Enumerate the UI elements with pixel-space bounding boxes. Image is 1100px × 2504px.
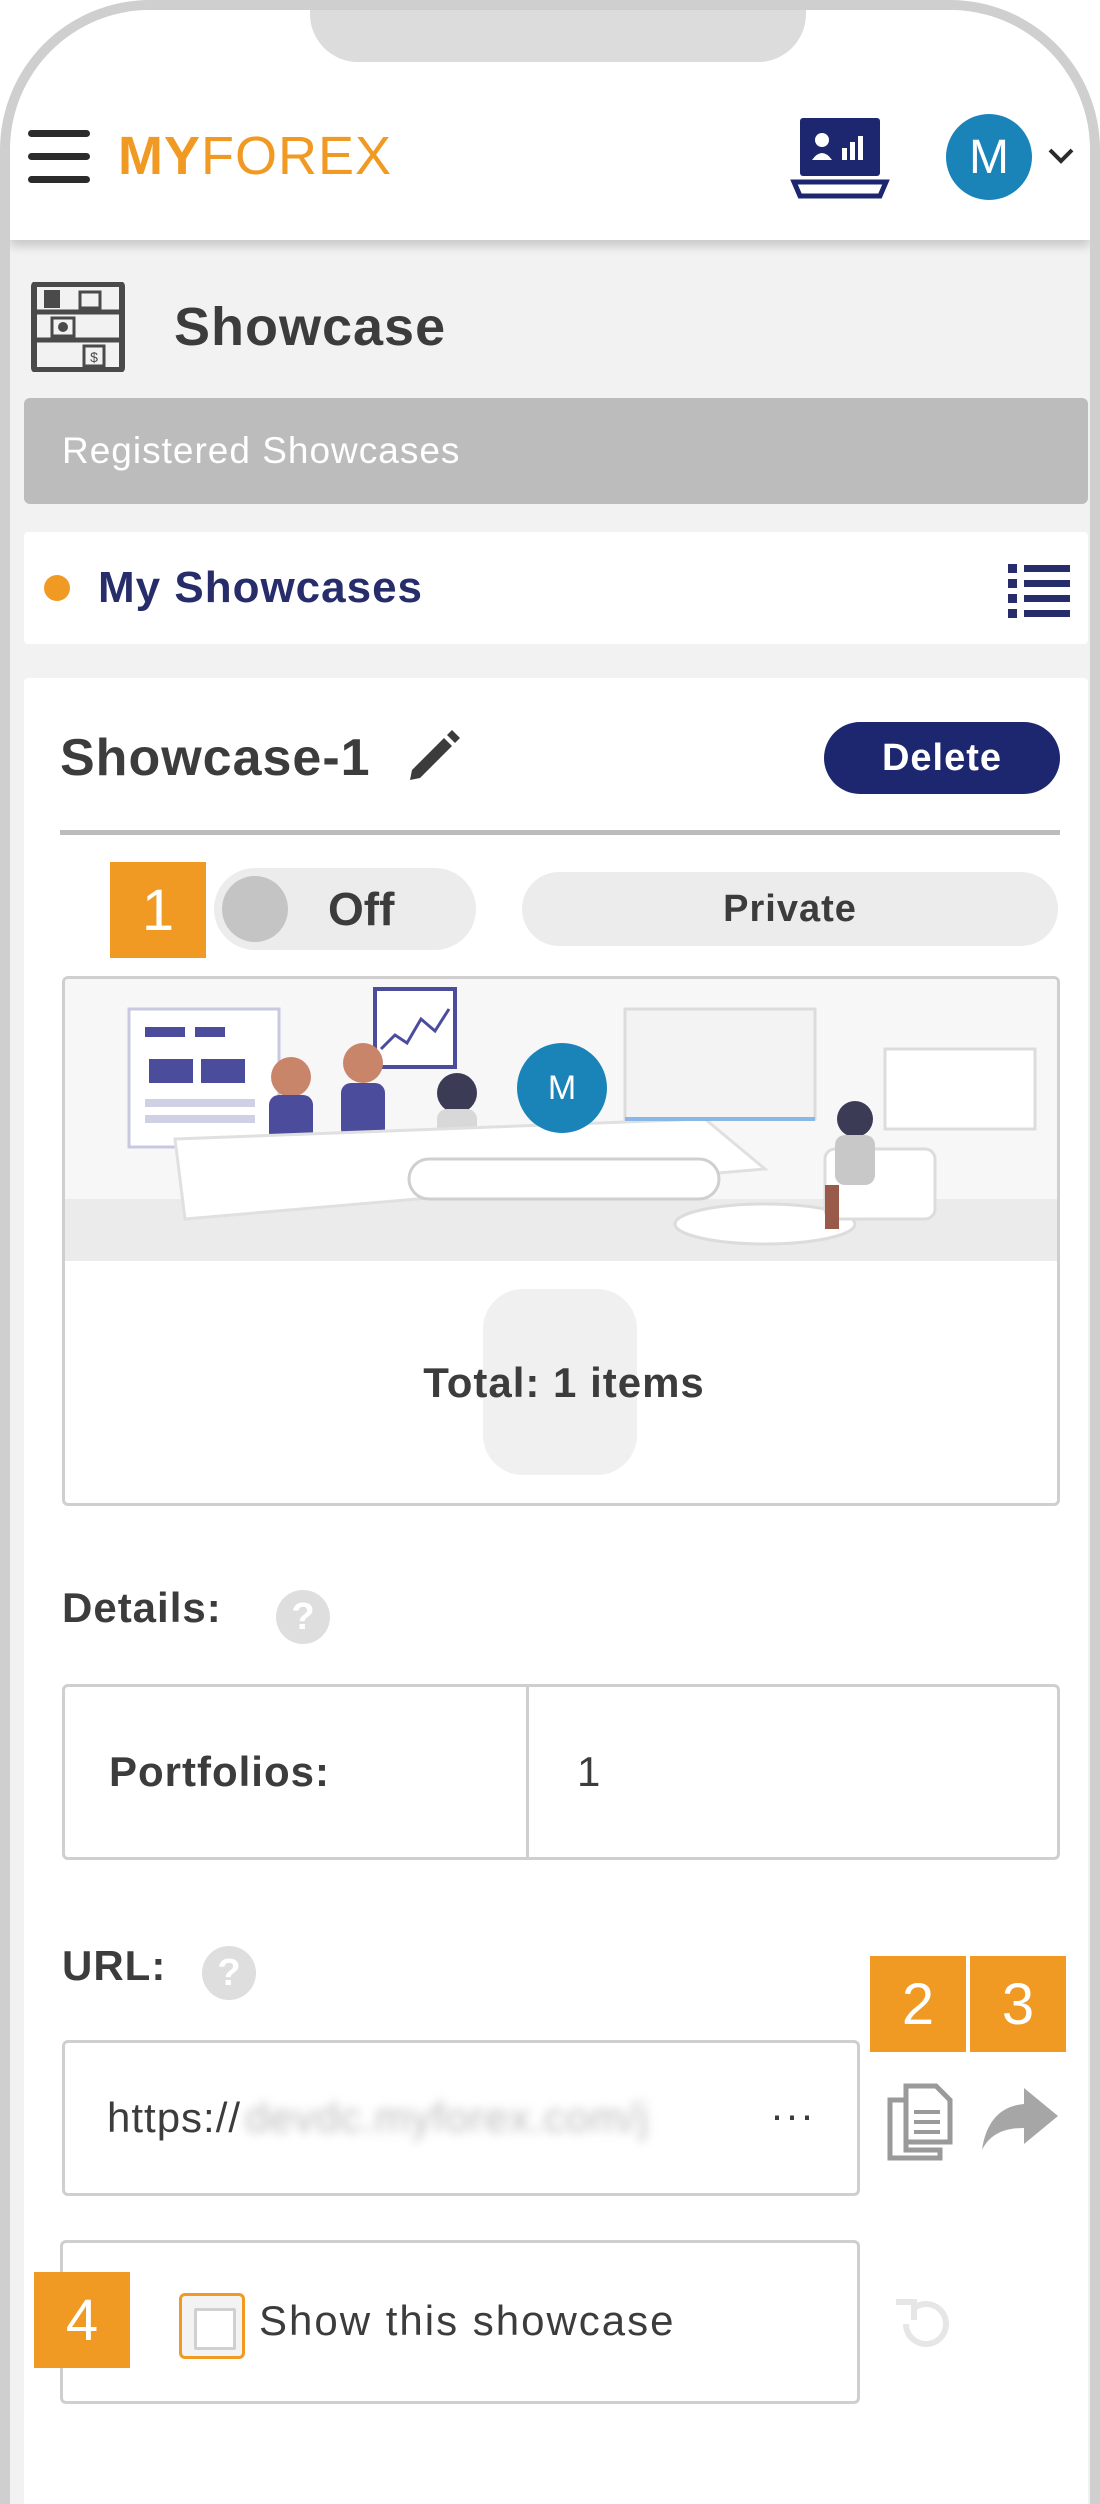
details-label: Details: [62, 1584, 222, 1631]
details-table: Portfolios: 1 [62, 1684, 1060, 1860]
user-avatar[interactable]: M [946, 114, 1032, 200]
desktop-monitor-icon[interactable] [790, 114, 890, 204]
logo-bold-text: MY [118, 126, 201, 186]
portfolios-value: 1 [577, 1748, 601, 1795]
details-help-icon[interactable]: ? [276, 1590, 330, 1644]
total-items-label: Total: 1 items [423, 1359, 705, 1406]
url-help-icon[interactable]: ? [202, 1946, 256, 2000]
showcase-name: Showcase-1 [60, 729, 371, 787]
publish-toggle[interactable]: Off [214, 868, 476, 950]
show-showcase-checkbox[interactable] [179, 2293, 245, 2359]
copy-icon[interactable] [884, 2082, 956, 2162]
url-ellipsis: ··· [770, 2091, 815, 2138]
share-arrow-icon[interactable] [980, 2082, 1060, 2152]
phone-notch [310, 10, 806, 62]
url-blurred-text: devdc.myforex.com/j [245, 2094, 650, 2141]
myforex-logo[interactable]: MY FOREX [118, 126, 392, 186]
page-title: Showcase [174, 297, 447, 357]
callout-badge-2: 2 [870, 1956, 966, 2052]
showcase-preview[interactable]: M Total: 1 items [62, 976, 1060, 1506]
my-showcases-label: My Showcases [98, 563, 424, 612]
reload-icon[interactable] [890, 2288, 962, 2360]
svg-text:$: $ [90, 349, 98, 365]
show-showcase-label: Show this showcase [259, 2297, 676, 2344]
toggle-state-label: Off [328, 883, 395, 935]
showcase-card: Showcase-1 Delete 1 Off Private M Total:… [24, 678, 1088, 2504]
phone-frame: MY FOREX M $ Showcase Registered Showcas… [0, 0, 1100, 2504]
my-showcases-header[interactable]: My Showcases [24, 532, 1088, 644]
callout-badge-3: 3 [970, 1956, 1066, 2052]
url-label: URL: [62, 1942, 167, 1989]
toggle-knob [222, 876, 288, 942]
url-prefix: https:// [107, 2094, 242, 2141]
visibility-button[interactable]: Private [522, 872, 1058, 946]
callout-badge-4: 4 [34, 2272, 130, 2368]
orange-dot-icon [44, 575, 70, 601]
hamburger-menu-icon[interactable] [28, 130, 90, 186]
delete-button[interactable]: Delete [824, 722, 1060, 794]
list-view-icon[interactable] [1008, 562, 1070, 618]
preview-avatar: M [517, 1043, 607, 1133]
registered-showcases-bar[interactable]: Registered Showcases [24, 398, 1088, 504]
portfolios-key: Portfolios: [65, 1687, 529, 1857]
show-showcase-box: Show this showcase [60, 2240, 860, 2404]
callout-badge-1: 1 [110, 862, 206, 958]
url-field[interactable]: https://devdc.myforex.com/j ··· [62, 2040, 860, 2196]
logo-rest-text: FOREX [201, 126, 393, 186]
page-title-row: $ Showcase [30, 282, 446, 372]
showcase-shelf-icon: $ [31, 282, 125, 372]
divider [60, 830, 1060, 835]
chevron-down-icon[interactable] [1046, 140, 1076, 170]
edit-pencil-icon[interactable] [406, 726, 464, 784]
